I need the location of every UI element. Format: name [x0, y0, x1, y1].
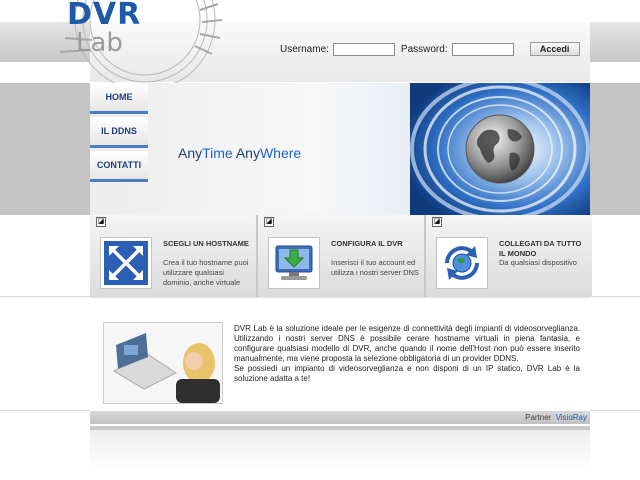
main-nav: HOME IL DDNS CONTATTI — [90, 83, 150, 185]
feature-card: ◪ CONFIGURA IL DVR Inserisci il tuo acco… — [258, 215, 426, 297]
tagline-part: Time — [202, 145, 236, 161]
page-container: DVR Lab Username: Password: Accedi HOME … — [59, 0, 592, 480]
feature-icon-frame — [268, 237, 320, 289]
hero-banner: HOME IL DDNS CONTATTI AnyTime AnyWhere — [90, 83, 590, 215]
tagline-part: Any — [235, 145, 260, 161]
header: DVR Lab Username: Password: Accedi — [59, 0, 590, 91]
tagline-part: Any — [178, 145, 203, 161]
features-row: ◪ SCEGLI UN HOSTNAME Crea il tuo hostnam… — [90, 215, 592, 297]
globe-refresh-icon — [445, 246, 479, 280]
password-input[interactable] — [451, 42, 514, 56]
feature-text: Crea il tuo hostname puoi utilizzare qua… — [163, 258, 249, 287]
nav-item-contatti[interactable]: CONTATTI — [90, 151, 148, 182]
pin-icon: ◪ — [264, 217, 274, 227]
feature-title: CONFIGURA IL DVR — [331, 239, 403, 248]
nav-item-ddns[interactable]: IL DDNS — [90, 117, 148, 148]
partner-link[interactable]: VisioRay — [556, 413, 587, 422]
footer: Partner VisioRay — [90, 411, 590, 424]
feature-icon-frame — [436, 237, 488, 289]
login-button[interactable]: Accedi — [529, 42, 580, 56]
description-text: DVR Lab è la soluzione ideale per le esi… — [234, 324, 580, 384]
computer-download-icon — [275, 245, 313, 280]
username-input[interactable] — [332, 42, 395, 56]
tagline-part: Where — [259, 145, 302, 161]
password-label: Password: — [400, 43, 448, 55]
logo-text-lab: Lab — [76, 28, 123, 58]
feature-text: Da qualsiasi dispositivo — [499, 258, 577, 267]
description-paragraph: DVR Lab è la soluzione ideale per le esi… — [234, 324, 580, 363]
arrows-expand-icon — [104, 241, 148, 285]
partner-label: Partner — [525, 413, 552, 422]
feature-title: COLLEGATI DA TUTTO IL MONDO — [499, 239, 582, 258]
feature-card: ◪ COLLEGATI DA TUTTO IL MONDO Da qualsia… — [426, 215, 592, 297]
main-content: DVR Lab è la soluzione ideale per le esi… — [90, 297, 590, 412]
pin-icon: ◪ — [96, 217, 106, 227]
feature-card: ◪ SCEGLI UN HOSTNAME Crea il tuo hostnam… — [90, 215, 258, 297]
woman-laptop-photo — [103, 322, 223, 404]
feature-icon-frame — [100, 237, 152, 289]
feature-title: SCEGLI UN HOSTNAME — [163, 239, 249, 248]
username-label: Username: — [280, 43, 329, 55]
login-form: Username: Password: Accedi — [280, 40, 580, 58]
description-paragraph: Se possiedi un impianto di videosorvegli… — [234, 364, 580, 383]
page-reflection — [90, 430, 590, 470]
feature-text: Inserisci il tuo account ed utilizza i n… — [331, 258, 419, 277]
pin-icon: ◪ — [432, 217, 442, 227]
globe-swirl-graphic — [410, 83, 590, 215]
nav-item-home[interactable]: HOME — [90, 83, 148, 114]
hero-tagline: AnyTime AnyWhere — [178, 145, 301, 161]
